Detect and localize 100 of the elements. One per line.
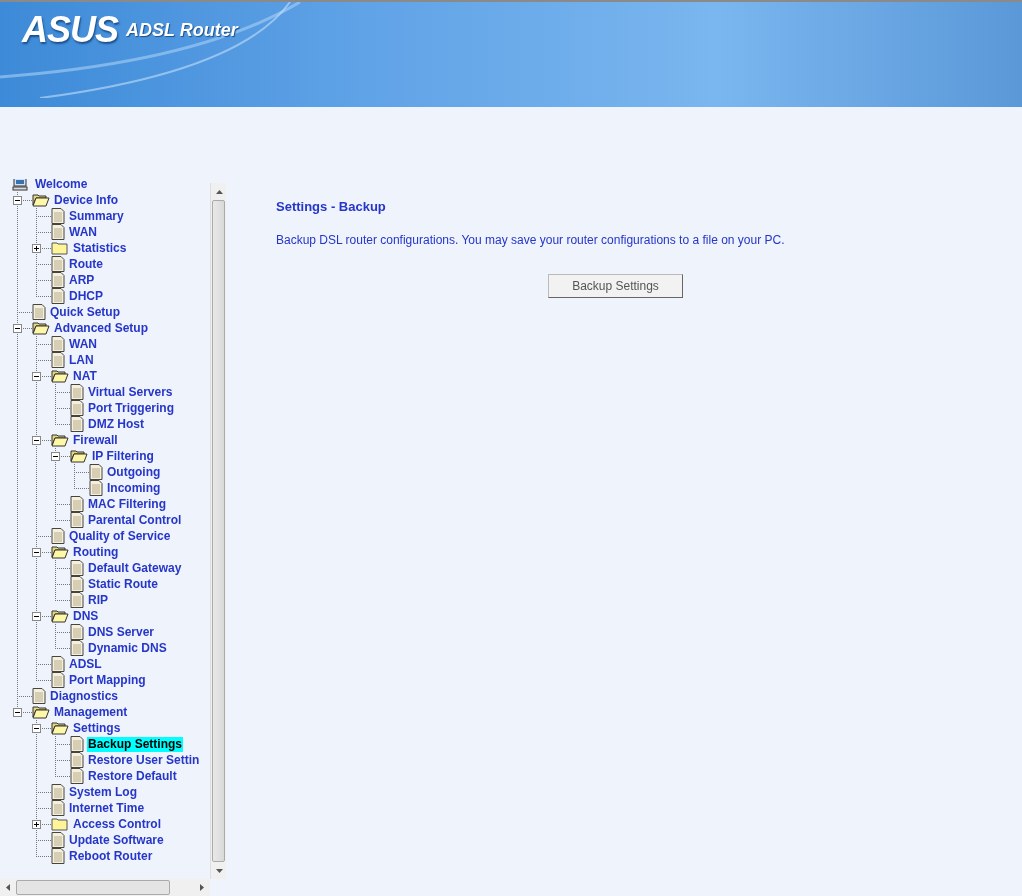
minus-icon[interactable]	[51, 452, 60, 461]
right-arrow-icon[interactable]	[200, 884, 204, 891]
open-folder-icon	[51, 721, 69, 735]
minus-icon[interactable]	[32, 436, 41, 445]
document-icon	[51, 352, 65, 368]
document-icon	[70, 592, 84, 608]
document-icon	[70, 624, 84, 640]
tree-item[interactable]: Parental Control	[87, 512, 183, 528]
document-icon	[70, 416, 84, 432]
tree-item[interactable]: Summary	[68, 208, 125, 224]
tree-item[interactable]: Advanced Setup	[53, 320, 150, 336]
tree-item[interactable]: IP Filtering	[91, 448, 155, 464]
open-folder-icon	[70, 449, 88, 463]
minus-icon[interactable]	[13, 196, 22, 205]
tree-item[interactable]: Quality of Service	[68, 528, 172, 544]
left-arrow-icon[interactable]	[6, 884, 10, 891]
tree-item[interactable]: RIP	[87, 592, 109, 608]
tree-item[interactable]: Default Gateway	[87, 560, 183, 576]
tree-item[interactable]: Dynamic DNS	[87, 640, 168, 656]
tree-item[interactable]: Port Triggering	[87, 400, 175, 416]
tree-item[interactable]: WAN	[68, 336, 98, 352]
tree-item[interactable]: Statistics	[72, 240, 128, 256]
tree-item[interactable]: Settings	[72, 720, 122, 736]
tree-item[interactable]: Quick Setup	[49, 304, 121, 320]
document-icon	[51, 256, 65, 272]
tree-item[interactable]: Static Route	[87, 576, 159, 592]
document-icon	[70, 400, 84, 416]
open-folder-icon	[51, 369, 69, 383]
tree-item[interactable]: ADSL	[68, 656, 103, 672]
document-icon	[70, 384, 84, 400]
document-icon	[70, 560, 84, 576]
tree-item[interactable]: Access Control	[72, 816, 163, 832]
document-icon	[51, 800, 65, 816]
tree-item[interactable]: Virtual Servers	[87, 384, 174, 400]
tree-item[interactable]: Route	[68, 256, 104, 272]
tree-item[interactable]: Reboot Router	[68, 848, 154, 864]
document-icon	[51, 672, 65, 688]
minus-icon[interactable]	[32, 548, 41, 557]
tree-item[interactable]: Device Info	[53, 192, 120, 208]
tree-item[interactable]: Incoming	[106, 480, 162, 496]
tree-item[interactable]: DNS Server	[87, 624, 156, 640]
tree-item[interactable]: Internet Time	[68, 800, 146, 816]
product-name: ADSL Router	[126, 21, 238, 39]
minus-icon[interactable]	[13, 708, 22, 717]
tree-item[interactable]: DMZ Host	[87, 416, 145, 432]
document-icon	[89, 464, 103, 480]
tree-item[interactable]: Firewall	[72, 432, 119, 448]
tree-item[interactable]: Port Mapping	[68, 672, 147, 688]
logo: ASUS	[22, 12, 119, 48]
minus-icon[interactable]	[32, 372, 41, 381]
tree-item[interactable]: LAN	[68, 352, 95, 368]
tree-item[interactable]: DNS	[72, 608, 100, 624]
tree-item[interactable]: NAT	[72, 368, 98, 384]
document-icon	[70, 736, 84, 752]
document-icon	[70, 752, 84, 768]
plus-icon[interactable]	[32, 820, 41, 829]
document-icon	[51, 528, 65, 544]
open-folder-icon	[51, 433, 69, 447]
tree-item[interactable]: DHCP	[68, 288, 104, 304]
computer-icon	[12, 179, 28, 191]
down-arrow-icon[interactable]	[215, 868, 223, 873]
open-folder-icon	[32, 321, 50, 335]
document-icon	[51, 784, 65, 800]
document-icon	[51, 848, 65, 864]
minus-icon[interactable]	[32, 724, 41, 733]
document-icon	[32, 304, 46, 320]
document-icon	[89, 480, 103, 496]
open-folder-icon	[32, 705, 50, 719]
tree-item[interactable]: WAN	[68, 224, 98, 240]
tree-item[interactable]: Routing	[72, 544, 120, 560]
document-icon	[70, 768, 84, 784]
tree-item[interactable]: Diagnostics	[49, 688, 119, 704]
plus-icon[interactable]	[32, 244, 41, 253]
document-icon	[32, 688, 46, 704]
backup-settings-button[interactable]: Backup Settings	[548, 274, 683, 298]
vertical-scrollbar[interactable]	[210, 183, 226, 879]
open-folder-icon	[51, 545, 69, 559]
horizontal-scrollbar[interactable]	[0, 879, 210, 896]
tree-item[interactable]: Outgoing	[106, 464, 162, 480]
tree-item[interactable]: System Log	[68, 784, 138, 800]
document-icon	[51, 336, 65, 352]
up-arrow-icon[interactable]	[215, 189, 223, 194]
tree-item[interactable]: ARP	[68, 272, 96, 288]
description: Backup DSL router configurations. You may save your router configurations to a file on your PC.	[276, 232, 786, 248]
document-icon	[51, 832, 65, 848]
tree-item[interactable]: Management	[53, 704, 129, 720]
tree-item[interactable]: Backup Settings	[87, 736, 184, 752]
document-icon	[70, 512, 84, 528]
tree-item[interactable]: Restore User Settin	[87, 752, 201, 768]
document-icon	[51, 656, 65, 672]
tree-item[interactable]: Welcome	[34, 179, 89, 192]
tree-item[interactable]: MAC Filtering	[87, 496, 167, 512]
tree-item[interactable]: Update Software	[68, 832, 165, 848]
tree-item[interactable]: Restore Default	[87, 768, 178, 784]
minus-icon[interactable]	[32, 612, 41, 621]
document-icon	[51, 288, 65, 304]
page-title: Settings - Backup	[276, 199, 387, 215]
minus-icon[interactable]	[13, 324, 22, 333]
document-icon	[51, 224, 65, 240]
open-folder-icon	[32, 193, 50, 207]
